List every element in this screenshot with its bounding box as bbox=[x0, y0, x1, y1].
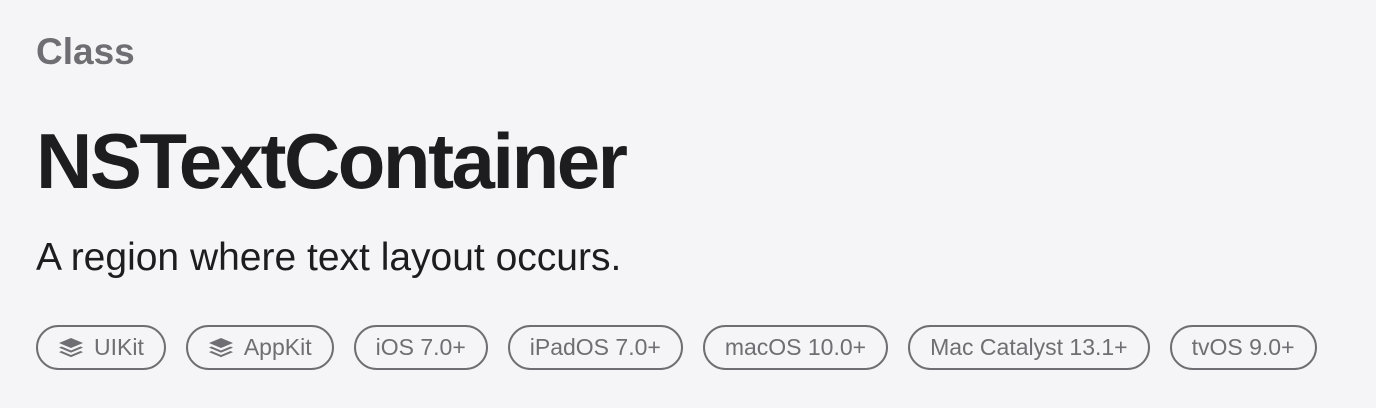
badge-label: Mac Catalyst 13.1+ bbox=[930, 334, 1128, 360]
badge-label: iOS 7.0+ bbox=[375, 334, 466, 360]
availability-badges: UIKit AppKit iOS 7.0+ iPadOS 7.0+ macOS … bbox=[36, 325, 1317, 370]
badge-label: iPadOS 7.0+ bbox=[529, 334, 661, 360]
abstract-text: A region where text layout occurs. bbox=[36, 236, 622, 279]
documentation-header: Class NSTextContainer A region where tex… bbox=[36, 0, 1356, 408]
badge-label: macOS 10.0+ bbox=[724, 334, 867, 360]
badge-label: tvOS 9.0+ bbox=[1191, 334, 1295, 360]
framework-stack-icon bbox=[208, 337, 234, 359]
page-title: NSTextContainer bbox=[36, 117, 628, 205]
badge-uikit[interactable]: UIKit bbox=[36, 325, 166, 370]
badge-mac-catalyst[interactable]: Mac Catalyst 13.1+ bbox=[908, 325, 1150, 370]
badge-ios[interactable]: iOS 7.0+ bbox=[353, 325, 488, 370]
badge-macos[interactable]: macOS 10.0+ bbox=[702, 325, 889, 370]
framework-stack-icon bbox=[58, 337, 84, 359]
symbol-kind-label: Class bbox=[36, 31, 135, 72]
badge-label: AppKit bbox=[243, 334, 312, 360]
badge-ipados[interactable]: iPadOS 7.0+ bbox=[507, 325, 683, 370]
badge-label: UIKit bbox=[94, 334, 144, 360]
badge-appkit[interactable]: AppKit bbox=[185, 325, 334, 370]
badge-tvos[interactable]: tvOS 9.0+ bbox=[1169, 325, 1317, 370]
